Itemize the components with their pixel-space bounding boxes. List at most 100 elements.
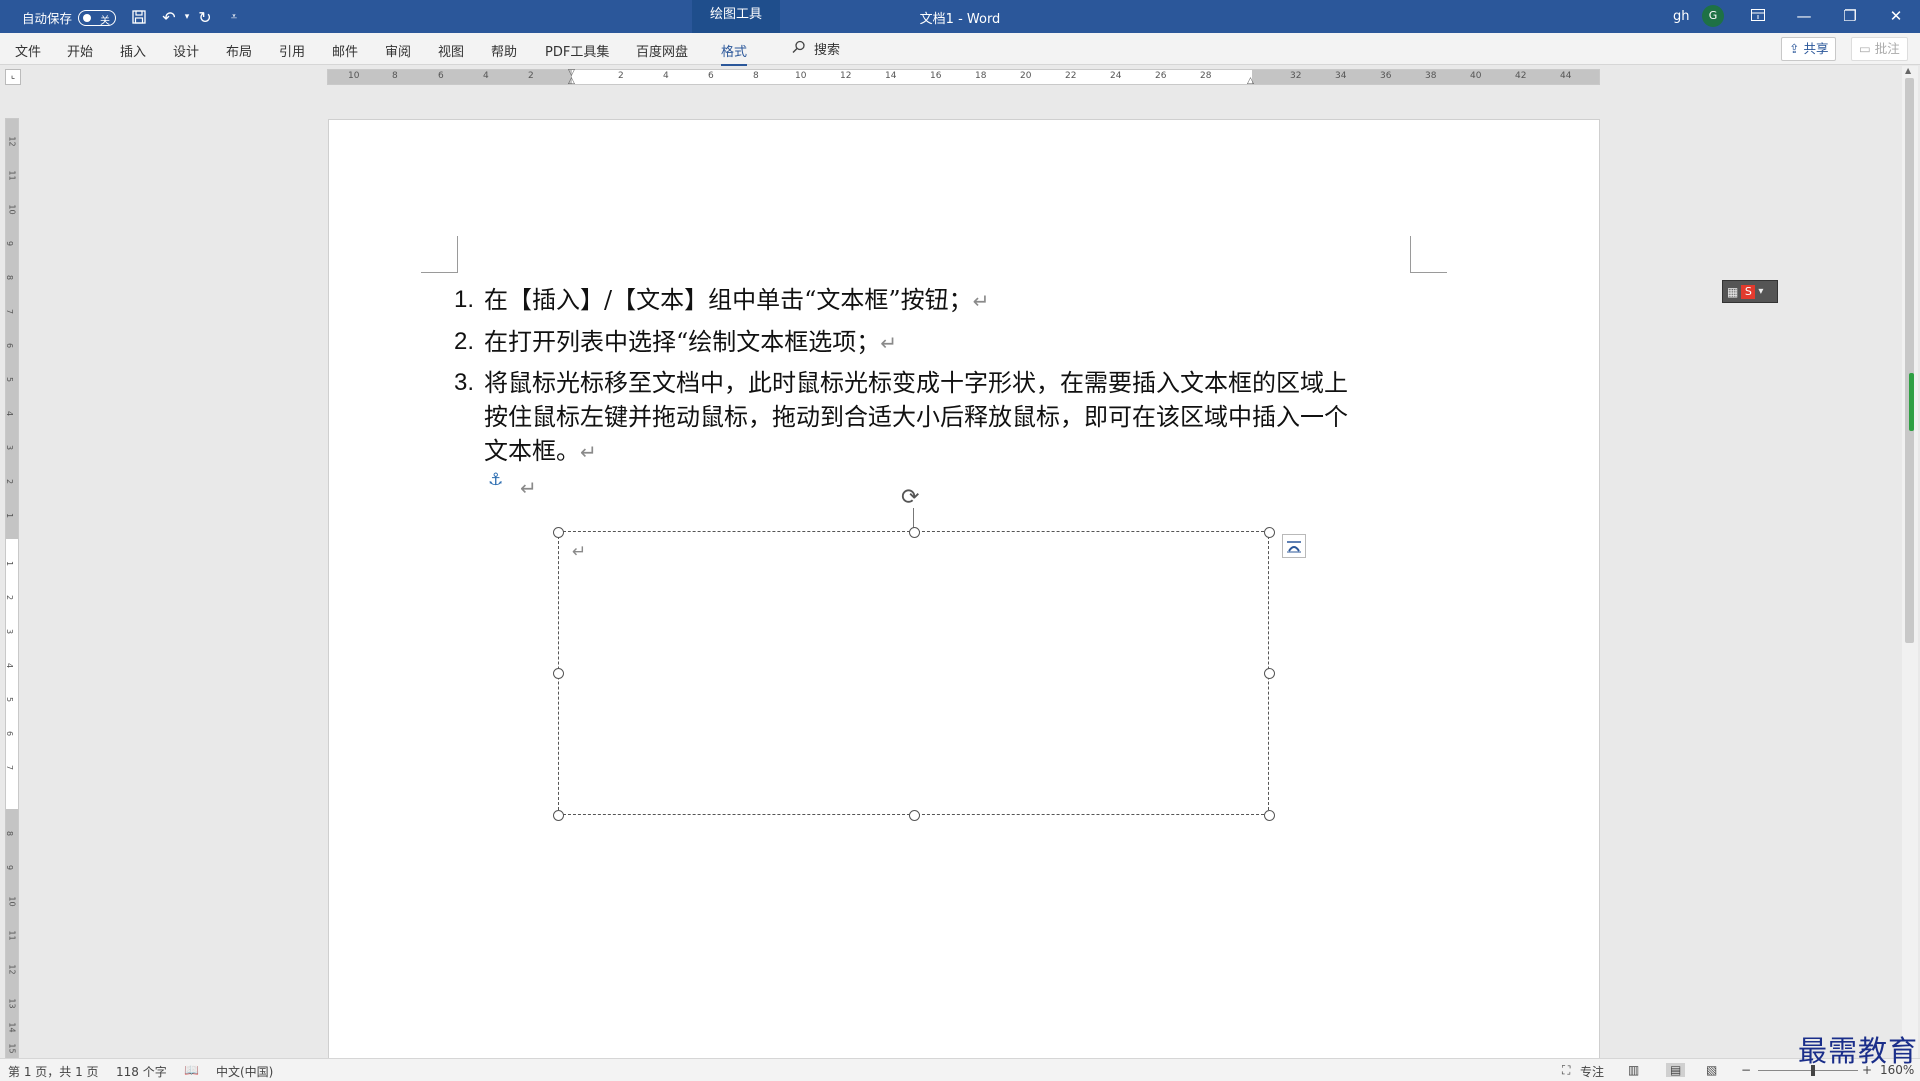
- ruler-number: 1: [5, 512, 15, 519]
- resize-handle-bottom-right[interactable]: [1264, 810, 1275, 821]
- user-name[interactable]: gh: [1673, 9, 1690, 24]
- list-item[interactable]: 1. 在【插入】/【文本】组中单击“文本框”按钮；↵: [454, 283, 1384, 318]
- layout-options-icon[interactable]: [1282, 534, 1306, 558]
- ruler-number: 4: [5, 662, 15, 669]
- ruler-number: 2: [5, 478, 15, 485]
- rotate-handle-icon[interactable]: ⟳: [901, 485, 919, 510]
- left-indent-marker[interactable]: △: [568, 76, 575, 86]
- ruler-number: 22: [1065, 71, 1077, 81]
- redo-icon[interactable]: ↻: [194, 6, 216, 28]
- crop-mark-top-left: [421, 236, 458, 273]
- word-count[interactable]: 118 个字: [116, 1063, 167, 1080]
- tab-file[interactable]: 文件: [15, 41, 41, 60]
- chevron-down-icon: ▾: [1758, 286, 1764, 297]
- resize-handle-bottom[interactable]: [909, 810, 920, 821]
- ruler-number: 20: [1020, 71, 1032, 81]
- keyboard-icon: ▦: [1727, 284, 1739, 299]
- tab-references[interactable]: 引用: [279, 41, 305, 60]
- search-box[interactable]: 搜索: [792, 39, 840, 58]
- restore-icon[interactable]: ❐: [1827, 0, 1873, 33]
- save-icon[interactable]: [128, 6, 150, 28]
- ruler-number: 3: [5, 444, 15, 451]
- customize-icon[interactable]: ⩡: [223, 6, 245, 28]
- list-item[interactable]: 3. 将鼠标光标移至文档中，此时鼠标光标变成十字形状，在需要插入文本框的区域上按…: [454, 366, 1364, 469]
- ruler-number: 2: [528, 71, 534, 81]
- autosave-control[interactable]: 自动保存 关: [22, 8, 117, 27]
- ribbon-display-icon[interactable]: [1735, 0, 1781, 33]
- ruler-number: 11: [7, 170, 17, 181]
- tab-design[interactable]: 设计: [173, 41, 199, 60]
- anchor-icon[interactable]: ⚓: [488, 470, 503, 490]
- ime-toolbar[interactable]: ▦ S ▾: [1722, 280, 1778, 303]
- text-box[interactable]: ↵: [558, 531, 1269, 815]
- ruler-number: 8: [392, 71, 398, 81]
- ruler-number: 8: [5, 274, 15, 281]
- tab-layout[interactable]: 布局: [226, 41, 252, 60]
- ruler-number: 10: [7, 204, 17, 215]
- tab-baidu-netdisk[interactable]: 百度网盘: [636, 41, 688, 60]
- resize-handle-right[interactable]: [1264, 668, 1275, 679]
- tab-format[interactable]: 格式: [721, 41, 748, 66]
- ruler-number: 2: [5, 594, 15, 601]
- document-title: 文档1 - Word: [919, 12, 1001, 27]
- search-icon: [792, 40, 806, 58]
- title-bar: 自动保存 关 ↶ ▾ ↻ ⩡ 绘图工具 文档1 - Word gh G — ❐ …: [0, 0, 1920, 33]
- share-button[interactable]: ⇪ 共享: [1781, 37, 1837, 61]
- autosave-state: 关: [100, 15, 111, 27]
- tab-home[interactable]: 开始: [67, 41, 93, 60]
- tab-pdf-tools[interactable]: PDF工具集: [545, 41, 609, 60]
- tab-selector[interactable]: ⌞: [5, 69, 21, 85]
- ruler-number: 4: [663, 71, 669, 81]
- ruler-number: 12: [7, 136, 17, 147]
- paragraph-mark: ↵: [972, 289, 990, 313]
- tab-help[interactable]: 帮助: [491, 41, 517, 60]
- autosave-toggle[interactable]: 关: [78, 9, 117, 27]
- resize-handle-bottom-left[interactable]: [553, 810, 564, 821]
- list-number: 2.: [454, 328, 475, 355]
- tab-insert[interactable]: 插入: [120, 41, 146, 60]
- horizontal-ruler[interactable]: 10 8 6 4 2 2 4 6 8 10 12 14 16 18 20 22 …: [327, 68, 1600, 86]
- avatar[interactable]: G: [1702, 5, 1724, 27]
- zoom-out-icon[interactable]: −: [1741, 1063, 1751, 1077]
- ruler-number: 5: [5, 696, 15, 703]
- close-icon[interactable]: ✕: [1873, 0, 1919, 33]
- list-text: 将鼠标光标移至文档中，此时鼠标光标变成十字形状，在需要插入文本框的区域上按住鼠标…: [484, 369, 1348, 465]
- page-info[interactable]: 第 1 页，共 1 页: [8, 1063, 99, 1080]
- list-number: 3.: [454, 369, 475, 396]
- comment-icon: ▭: [1859, 41, 1871, 56]
- tab-view[interactable]: 视图: [438, 41, 464, 60]
- zoom-slider[interactable]: [1758, 1065, 1858, 1076]
- right-indent-marker[interactable]: △: [1247, 76, 1254, 86]
- ruler-number: 18: [975, 71, 987, 81]
- resize-handle-top-left[interactable]: [553, 527, 564, 538]
- ruler-number: 2: [618, 71, 624, 81]
- resize-handle-left[interactable]: [553, 668, 564, 679]
- web-layout-icon[interactable]: ▧: [1706, 1063, 1717, 1077]
- tab-mailings[interactable]: 邮件: [332, 41, 358, 60]
- tab-review[interactable]: 审阅: [385, 41, 411, 60]
- print-layout-icon[interactable]: ▤: [1666, 1063, 1686, 1077]
- read-mode-icon[interactable]: ▥: [1628, 1063, 1639, 1077]
- vertical-ruler[interactable]: 12 11 10 9 8 7 6 5 4 3 2 1 1 2 3 4 5 6 7…: [5, 118, 19, 1059]
- ruler-number: 6: [5, 730, 15, 737]
- ruler-left-margin: [328, 70, 572, 84]
- vertical-scrollbar[interactable]: ▲: [1902, 66, 1918, 1060]
- proofing-icon[interactable]: 📖: [184, 1063, 199, 1077]
- ruler-number: 10: [7, 896, 17, 907]
- minimize-icon[interactable]: —: [1781, 0, 1827, 33]
- ruler-number: 4: [5, 410, 15, 417]
- ruler-top-margin: [6, 119, 18, 539]
- focus-icon[interactable]: ⛶: [1562, 1063, 1570, 1078]
- list-text: 在打开列表中选择“绘制文本框选项；: [484, 328, 881, 356]
- comments-button[interactable]: ▭ 批注: [1851, 37, 1908, 61]
- scroll-position-marker: [1909, 373, 1914, 431]
- paragraph-mark: ↵: [580, 440, 597, 464]
- scrollbar-thumb[interactable]: [1905, 78, 1914, 643]
- list-item[interactable]: 2. 在打开列表中选择“绘制文本框选项；↵: [454, 325, 1384, 360]
- scroll-up-icon[interactable]: ▲: [1905, 66, 1911, 75]
- focus-label[interactable]: 专注: [1580, 1063, 1604, 1080]
- resize-handle-top[interactable]: [909, 527, 920, 538]
- language[interactable]: 中文(中国): [216, 1063, 273, 1080]
- resize-handle-top-right[interactable]: [1264, 527, 1275, 538]
- ruler-number: 40: [1470, 71, 1482, 81]
